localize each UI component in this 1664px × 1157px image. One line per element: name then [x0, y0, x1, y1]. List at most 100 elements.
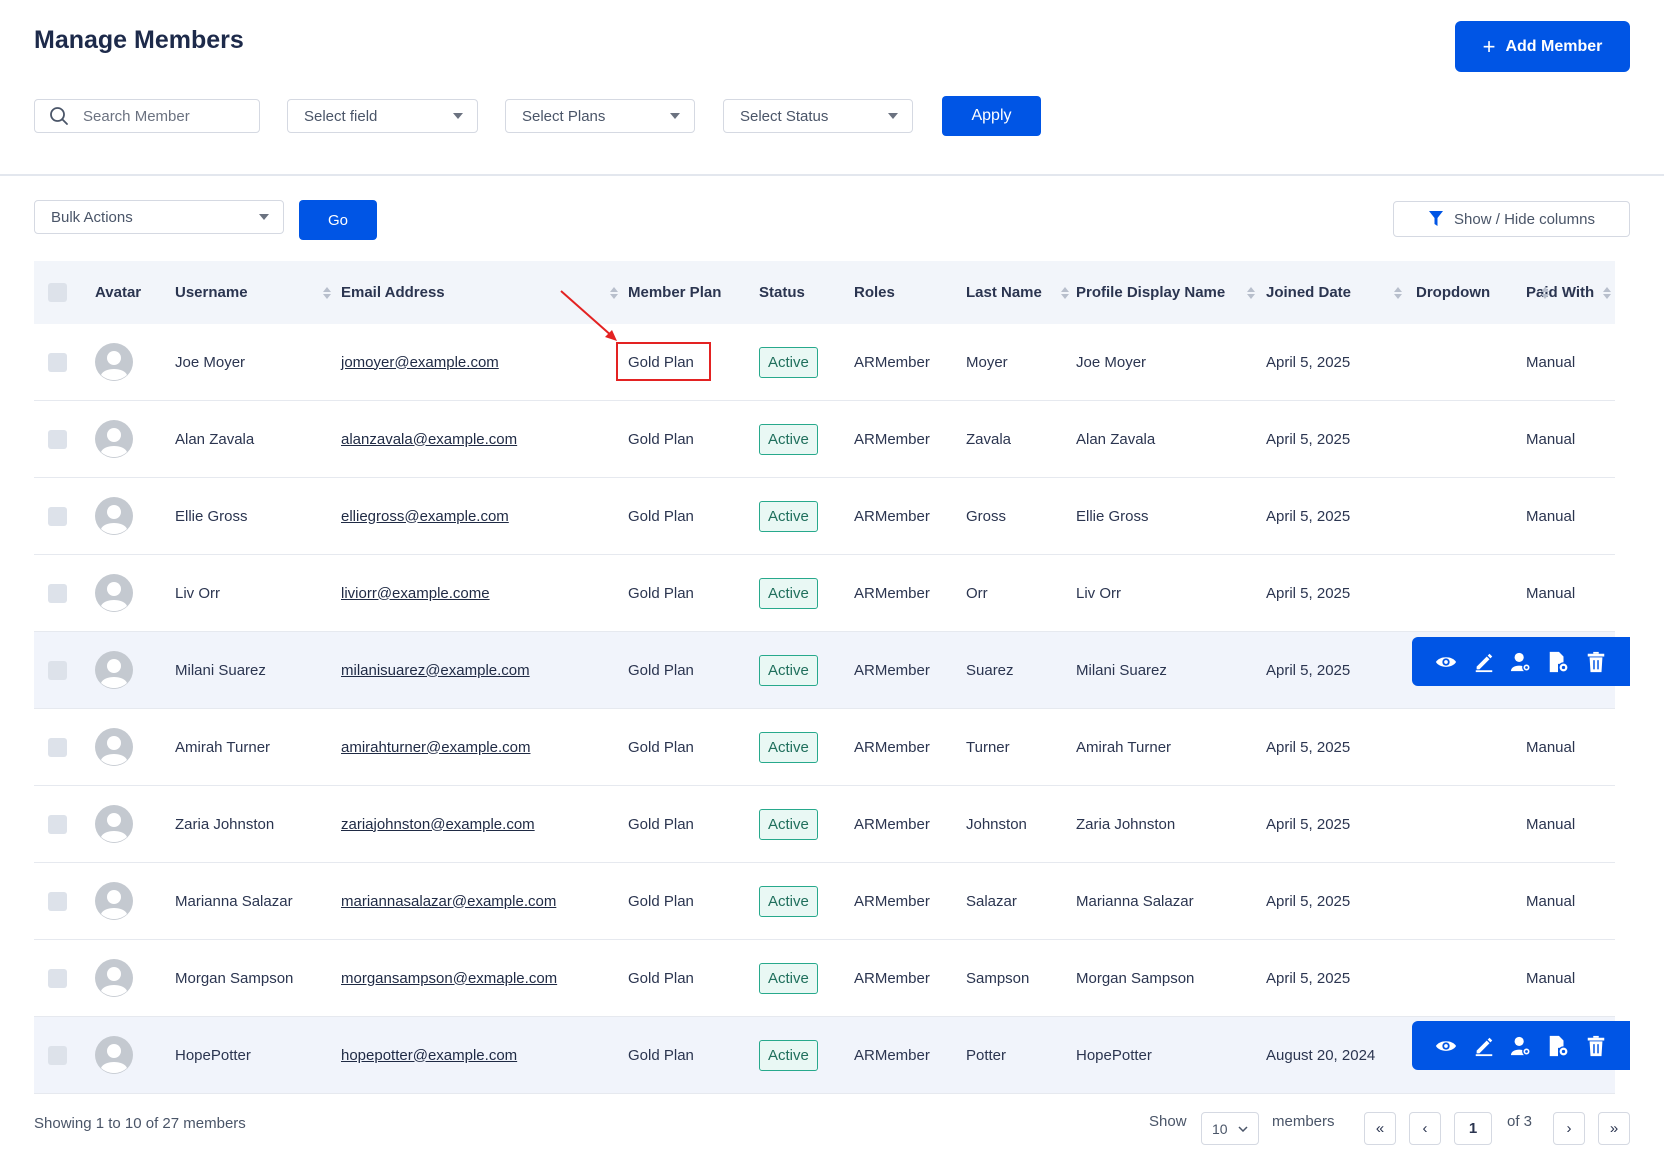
next-page-button[interactable]: › [1553, 1112, 1585, 1145]
display-name-cell: Liv Orr [1076, 584, 1121, 602]
email-link[interactable]: liviorr@example.come [341, 585, 490, 602]
email-link[interactable]: zariajohnston@example.com [341, 816, 535, 833]
row-checkbox[interactable] [48, 352, 67, 372]
go-button[interactable]: Go [299, 200, 377, 240]
row-checkbox[interactable] [48, 583, 67, 603]
eye-icon[interactable] [1435, 1035, 1457, 1057]
bulk-actions-dropdown[interactable]: Bulk Actions [34, 200, 284, 234]
avatar [95, 1036, 133, 1074]
email-link[interactable]: milanisuarez@example.com [341, 662, 530, 679]
sort-icon[interactable] [1602, 285, 1612, 301]
table-row[interactable]: Amirah Turner amirahturner@example.com G… [34, 709, 1615, 786]
status-badge: Active [759, 1039, 818, 1071]
display-name-cell: Marianna Salazar [1076, 892, 1194, 910]
email-link[interactable]: hopepotter@example.com [341, 1047, 517, 1064]
select-all-checkbox[interactable] [48, 283, 67, 302]
col-member-plan: Member Plan [628, 284, 722, 301]
col-email[interactable]: Email Address [341, 261, 445, 324]
col-profile-display-name[interactable]: Profile Display Name [1076, 261, 1225, 324]
sort-icon[interactable] [1246, 285, 1256, 301]
col-username[interactable]: Username [175, 261, 248, 324]
row-checkbox[interactable] [48, 660, 67, 680]
email-link[interactable]: elliegross@example.com [341, 508, 509, 525]
row-checkbox[interactable] [48, 1045, 67, 1065]
edit-icon[interactable] [1473, 1035, 1495, 1057]
member-plan-cell: Gold Plan [628, 430, 694, 448]
last-name-cell: Salazar [966, 892, 1017, 910]
col-last-name[interactable]: Last Name [966, 261, 1042, 324]
table-row[interactable]: Ellie Gross elliegross@example.com Gold … [34, 478, 1615, 555]
add-member-button[interactable]: + Add Member [1455, 21, 1630, 72]
plus-icon: + [1482, 33, 1496, 59]
eye-icon[interactable] [1435, 651, 1457, 673]
display-name-cell: Morgan Sampson [1076, 969, 1195, 987]
email-link[interactable]: morgansampson@exmaple.com [341, 970, 557, 987]
table-row[interactable]: Marianna Salazar mariannasalazar@example… [34, 863, 1615, 940]
joined-date-cell: April 5, 2025 [1266, 353, 1351, 371]
row-actions-toolbar [1412, 1021, 1630, 1070]
first-page-button[interactable]: « [1364, 1112, 1396, 1145]
member-plan-cell: Gold Plan [628, 969, 694, 987]
col-dropdown[interactable]: Dropdown [1416, 261, 1490, 324]
row-checkbox[interactable] [48, 968, 67, 988]
per-page-select[interactable]: 10 [1201, 1112, 1259, 1145]
annotation-arrow [560, 290, 617, 341]
table-row[interactable]: Alan Zavala alanzavala@example.com Gold … [34, 401, 1615, 478]
table-row[interactable]: Zaria Johnston zariajohnston@example.com… [34, 786, 1615, 863]
email-link[interactable]: amirahturner@example.com [341, 739, 530, 756]
sort-icon[interactable] [322, 285, 332, 301]
caret-down-icon [888, 113, 898, 119]
last-name-cell: Turner [966, 738, 1010, 756]
email-link[interactable]: alanzavala@example.com [341, 431, 517, 448]
apply-button[interactable]: Apply [942, 96, 1041, 136]
row-checkbox[interactable] [48, 737, 67, 757]
table-row[interactable]: Morgan Sampson morgansampson@exmaple.com… [34, 940, 1615, 1017]
username-cell: Milani Suarez [175, 661, 266, 679]
select-plans-dropdown[interactable]: Select Plans [505, 99, 695, 133]
sort-icon[interactable] [1540, 285, 1550, 301]
page-count-label: of 3 [1507, 1113, 1533, 1130]
search-member-input[interactable] [81, 106, 255, 126]
role-cell: ARMember [854, 430, 930, 448]
col-joined-date[interactable]: Joined Date [1266, 261, 1351, 324]
row-checkbox[interactable] [48, 506, 67, 526]
table-row[interactable]: HopePotter hopepotter@example.com Gold P… [34, 1017, 1615, 1094]
sort-icon[interactable] [1393, 285, 1403, 301]
role-cell: ARMember [854, 815, 930, 833]
prev-page-button[interactable]: ‹ [1409, 1112, 1441, 1145]
row-actions-toolbar [1412, 637, 1630, 686]
row-checkbox[interactable] [48, 814, 67, 834]
row-checkbox[interactable] [48, 429, 67, 449]
table-row[interactable]: Milani Suarez milanisuarez@example.com G… [34, 632, 1615, 709]
edit-icon[interactable] [1473, 651, 1495, 673]
trash-icon[interactable] [1585, 651, 1607, 673]
show-hide-columns-button[interactable]: Show / Hide columns [1393, 201, 1630, 237]
table-row[interactable]: Joe Moyer jomoyer@example.com Gold Plan … [34, 324, 1615, 401]
trash-icon[interactable] [1585, 1035, 1607, 1057]
status-badge: Active [759, 731, 818, 763]
current-page-input[interactable]: 1 [1454, 1112, 1492, 1145]
member-plan-cell: Gold Plan [628, 892, 694, 910]
annotation-highlight-box [616, 342, 711, 381]
status-badge: Active [759, 808, 818, 840]
role-cell: ARMember [854, 738, 930, 756]
email-link[interactable]: mariannasalazar@example.com [341, 893, 556, 910]
avatar [95, 728, 133, 766]
select-field-dropdown[interactable]: Select field [287, 99, 478, 133]
table-row[interactable]: Liv Orr liviorr@example.come Gold Plan A… [34, 555, 1615, 632]
user-settings-icon[interactable] [1510, 1035, 1532, 1057]
search-member-box[interactable] [34, 99, 260, 133]
document-settings-icon[interactable] [1547, 651, 1570, 673]
last-name-cell: Gross [966, 507, 1007, 525]
member-plan-cell: Gold Plan [628, 815, 694, 833]
username-cell: Alan Zavala [175, 430, 255, 448]
row-checkbox[interactable] [48, 891, 67, 911]
email-link[interactable]: jomoyer@example.com [341, 354, 499, 371]
avatar [95, 651, 133, 689]
document-settings-icon[interactable] [1547, 1035, 1570, 1057]
select-status-dropdown[interactable]: Select Status [723, 99, 913, 133]
last-page-button[interactable]: » [1598, 1112, 1630, 1145]
paid-with-cell: Manual [1526, 584, 1576, 602]
user-settings-icon[interactable] [1510, 651, 1532, 673]
sort-icon[interactable] [1060, 285, 1070, 301]
